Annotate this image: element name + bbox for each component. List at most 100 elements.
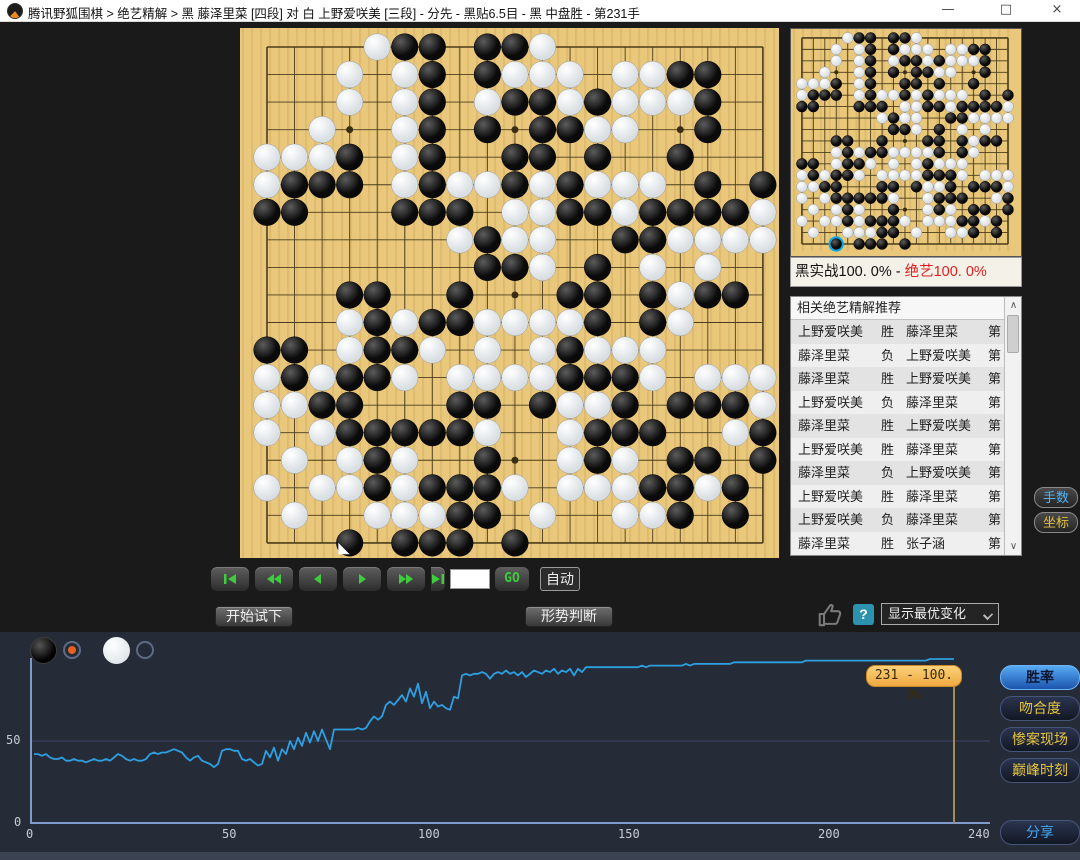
y-axis-tick: 0	[14, 815, 22, 829]
rec-p2: 上野爱咲美	[906, 371, 972, 386]
fast-backward-button[interactable]	[254, 566, 294, 592]
window-title: 腾讯野狐围棋 > 绝艺精解 > 黑 藤泽里菜 [四段] 对 白 上野爱咲美 [三…	[28, 7, 640, 21]
rec-p1: 上野爱咲美	[798, 394, 864, 410]
x-axis-tick: 240	[968, 827, 990, 841]
try-moves-button[interactable]: 开始试下	[215, 606, 293, 627]
rec-p2: 张子涵	[906, 535, 946, 551]
app-logo-icon	[7, 3, 23, 19]
rec-res: 负	[881, 512, 895, 527]
x-axis-tick: 50	[222, 827, 237, 841]
black-score-label: 黑实战100. 0%	[795, 264, 892, 280]
help-button[interactable]: ?	[853, 604, 874, 625]
game-list-item[interactable]: 藤泽里菜 负上野爱咲美 第	[791, 461, 1021, 485]
scroll-up-icon[interactable]: ∧	[1005, 297, 1021, 314]
winrate-tab[interactable]: 胜率	[1000, 665, 1080, 690]
maximize-button[interactable]: □	[983, 0, 1029, 22]
best-variation-label: 显示最优变化	[888, 606, 967, 621]
rec-res: 胜	[881, 535, 895, 551]
score-separator: -	[891, 264, 905, 280]
game-list-item[interactable]: 上野爱咲美 胜藤泽里菜 第	[791, 484, 1021, 508]
go-button[interactable]: GO	[494, 566, 530, 592]
rec-res: 胜	[881, 418, 895, 433]
rec-p2: 上野爱咲美	[906, 347, 972, 363]
forward-icon	[359, 574, 366, 584]
peak-moment-tab[interactable]: 巅峰时刻	[1000, 758, 1080, 783]
rec-mv: 第	[988, 394, 1002, 410]
rec-p1: 上野爱咲美	[798, 488, 864, 504]
x-axis-tick: 0	[26, 827, 34, 841]
x-axis-tick: 100	[418, 827, 440, 841]
game-list-item[interactable]: 藤泽里菜 胜上野爱咲美 第	[791, 367, 1021, 391]
rec-p1: 藤泽里菜	[798, 347, 851, 363]
minimize-button[interactable]: —	[925, 0, 971, 22]
rec-res: 负	[881, 347, 895, 363]
last-move-button[interactable]	[430, 566, 446, 592]
rec-mv: 第	[988, 465, 1002, 480]
rec-res: 胜	[881, 371, 895, 386]
rec-res: 胜	[881, 488, 895, 504]
rec-p2: 藤泽里菜	[906, 441, 959, 457]
skip-to-end-icon	[432, 574, 444, 584]
position-judge-button[interactable]: 形势判断	[525, 606, 613, 627]
rec-p1: 周泓余	[798, 555, 837, 556]
rec-mv: 第	[988, 535, 1002, 551]
rec-res: 胜	[881, 555, 894, 556]
rec-mv: 第	[988, 488, 1002, 504]
rec-p2: 藤泽里菜	[906, 324, 959, 339]
game-list-item[interactable]: 上野爱咲美 负藤泽里菜 第	[791, 390, 1021, 414]
rec-res: 胜	[881, 324, 895, 339]
thumbs-up-icon[interactable]	[815, 600, 845, 628]
fast-forward-icon	[399, 574, 413, 584]
game-list-item[interactable]: 藤泽里菜胜张子涵第	[791, 531, 1021, 555]
go-board[interactable]	[240, 28, 779, 558]
match-rate-tab[interactable]: 吻合度	[1000, 696, 1080, 721]
coordinates-button[interactable]: 坐标	[1034, 512, 1078, 533]
rec-p1: 上野爱咲美	[798, 512, 864, 527]
game-list-item[interactable]: 上野爱咲美 负藤泽里菜 第	[791, 508, 1021, 532]
rec-mv: 第	[988, 441, 1002, 457]
next-move-button[interactable]	[342, 566, 382, 592]
game-list-item[interactable]: 周泓余 胜 藤泽里菜 第	[791, 555, 1021, 556]
disaster-scene-tab[interactable]: 惨案现场	[1000, 727, 1080, 752]
rec-p1: 藤泽里菜	[798, 465, 851, 480]
fast-forward-button[interactable]	[386, 566, 426, 592]
fast-backward-icon	[267, 574, 281, 584]
rec-p2: 上野爱咲美	[906, 418, 972, 433]
close-button[interactable]: ×	[1034, 0, 1080, 22]
taskbar-strip	[0, 852, 1080, 860]
game-list-item[interactable]: 藤泽里菜负上野爱咲美第	[791, 343, 1021, 367]
game-list-item[interactable]: 上野爱咲美 胜藤泽里菜 第	[791, 320, 1021, 344]
x-axis-tick: 200	[818, 827, 840, 841]
game-list-item[interactable]: 上野爱咲美 胜藤泽里菜 第	[791, 437, 1021, 461]
rec-res: 负	[881, 394, 895, 410]
mini-board-preview	[790, 28, 1022, 257]
rec-res: 负	[881, 465, 895, 480]
first-move-button[interactable]	[210, 566, 250, 592]
rec-mv: 第	[988, 371, 1002, 386]
auto-play-button[interactable]: 自动	[540, 567, 580, 591]
rec-p2: 藤泽里菜	[906, 394, 959, 410]
rec-p1: 藤泽里菜	[798, 371, 851, 386]
best-variation-select[interactable]: 显示最优变化	[881, 603, 999, 625]
current-move-tooltip: 231 - 100. 0%	[866, 665, 962, 703]
skip-to-start-icon	[224, 574, 236, 584]
scroll-down-icon[interactable]: ∨	[1005, 538, 1021, 555]
rec-p1: 藤泽里菜	[798, 535, 851, 551]
move-numbers-button[interactable]: 手数	[1034, 487, 1078, 508]
white-series-radio[interactable]	[136, 641, 154, 659]
recommend-list-header: 相关绝艺精解推荐	[791, 297, 1021, 320]
game-list-item[interactable]: 藤泽里菜 胜上野爱咲美 第	[791, 414, 1021, 438]
score-bar: 黑实战100. 0% - 绝艺100. 0%	[790, 257, 1022, 287]
rec-mv: 第	[988, 418, 1002, 433]
list-scrollbar[interactable]: ∧ ∨	[1004, 297, 1021, 555]
black-series-radio[interactable]	[63, 641, 81, 659]
previous-move-button[interactable]	[298, 566, 338, 592]
main-area: 黑实战100. 0% - 绝艺100. 0% 相关绝艺精解推荐 上野爱咲美胜藤泽…	[0, 22, 1080, 632]
scrollbar-thumb[interactable]	[1007, 315, 1019, 353]
winrate-chart[interactable]	[30, 658, 990, 824]
rec-mv: 第	[988, 512, 1002, 527]
share-button[interactable]: 分享	[1000, 820, 1080, 845]
rec-res: 胜	[881, 441, 895, 457]
rec-p2: 上野爱咲美	[906, 465, 972, 480]
move-number-input[interactable]	[450, 569, 490, 589]
